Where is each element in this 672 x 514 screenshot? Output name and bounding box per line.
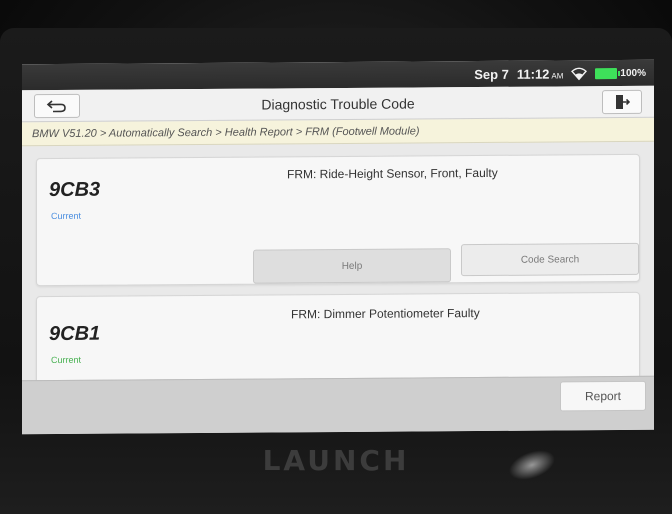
dtc-code: 9CB3 <box>49 178 101 202</box>
dtc-code: 9CB1 <box>49 322 101 346</box>
battery-indicator: 100% <box>595 67 646 79</box>
code-search-button[interactable]: Code Search <box>461 242 639 277</box>
battery-icon <box>595 67 618 79</box>
device-screen: Sep 7 11:12 AM 100% Diagnostic Trouble Co… <box>22 59 654 435</box>
bottom-toolbar: Report <box>22 375 654 435</box>
battery-percent: 100% <box>620 67 646 79</box>
exit-button[interactable] <box>602 89 642 115</box>
report-button[interactable]: Report <box>560 380 646 412</box>
status-time: 11:12 <box>516 66 550 82</box>
status-time-group: 11:12 AM <box>517 66 564 81</box>
dtc-status: Current <box>51 354 82 366</box>
device-brand-logo: LAUNCH <box>262 444 410 477</box>
status-ampm: AM <box>551 70 564 81</box>
dtc-description: FRM: Ride-Height Sensor, Front, Faulty <box>287 165 498 182</box>
status-date: Sep 7 <box>474 66 509 82</box>
dtc-list: 9CB3 Current FRM: Ride-Height Sensor, Fr… <box>22 142 654 405</box>
wifi-icon <box>571 67 588 80</box>
dtc-status: Current <box>51 210 82 222</box>
back-arrow-icon <box>46 100 66 113</box>
dtc-item[interactable]: 9CB3 Current FRM: Ride-Height Sensor, Fr… <box>36 153 640 287</box>
back-button[interactable] <box>34 93 80 119</box>
dtc-description: FRM: Dimmer Potentiometer Faulty <box>291 306 480 322</box>
page-title: Diagnostic Trouble Code <box>261 94 415 113</box>
help-button[interactable]: Help <box>253 248 451 284</box>
title-bar: Diagnostic Trouble Code <box>22 85 654 123</box>
exit-icon <box>616 95 630 110</box>
